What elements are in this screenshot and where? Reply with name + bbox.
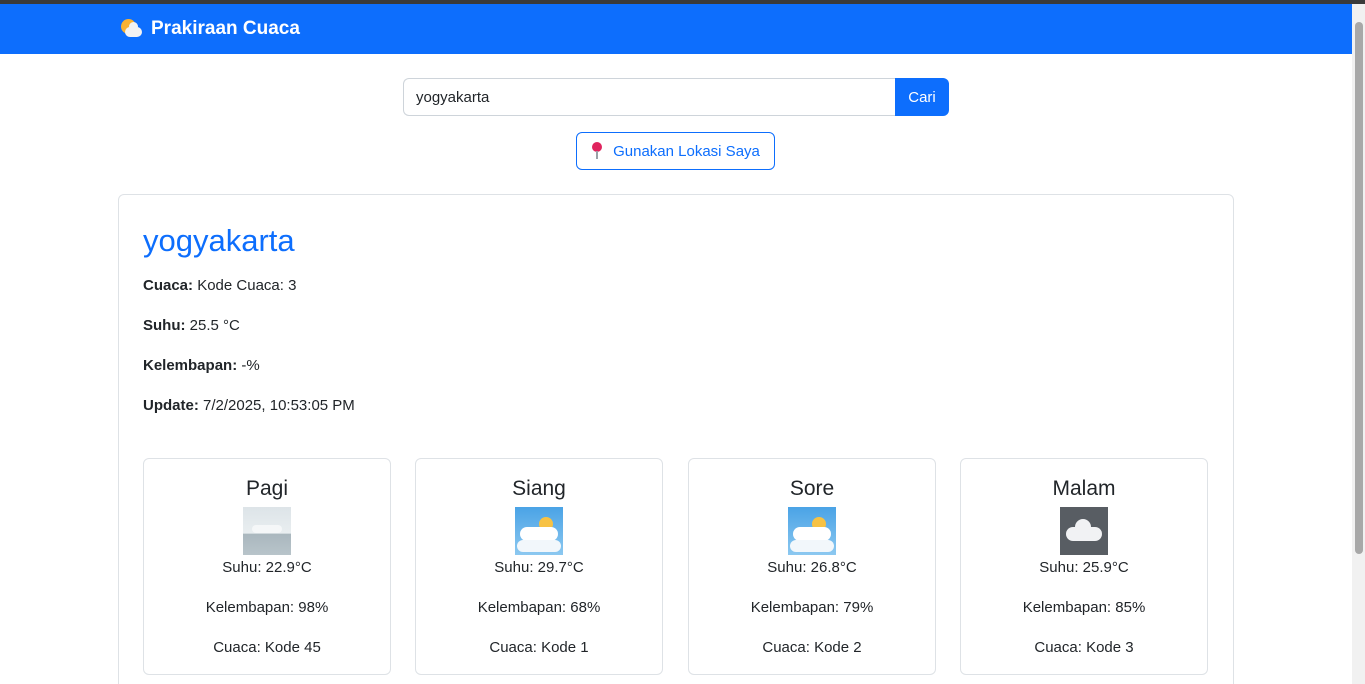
use-my-location-button[interactable]: Gunakan Lokasi Saya [576, 132, 775, 170]
current-temperature: Suhu: 25.5 °C [143, 317, 240, 334]
current-weather: Cuaca: Kode Cuaca: 3 [143, 277, 296, 294]
round-pushpin-icon [591, 142, 603, 160]
period-humidity: Kelembapan: 79% [750, 599, 874, 616]
period-temperature: Suhu: 29.7°C [494, 559, 584, 576]
navbar: Prakiraan Cuaca [0, 4, 1352, 54]
scrollbar-thumb[interactable] [1355, 22, 1363, 554]
current-humidity-label: Kelembapan: [143, 357, 238, 374]
period-weather-code: Cuaca: Kode 2 [762, 639, 862, 656]
period-card-malam: Malam Suhu: 25.9°C Kelembapan: 85% Cuaca… [960, 458, 1208, 675]
period-temperature: Suhu: 25.9°C [1039, 559, 1129, 576]
current-weather-label: Cuaca: [143, 277, 194, 294]
sun-behind-cloud-icon [120, 18, 142, 40]
city-name: yogyakarta [143, 223, 295, 258]
last-update: Update: 7/2/2025, 10:53:05 PM [143, 397, 355, 414]
sun-behind-cloud-icon [515, 507, 563, 555]
period-humidity: Kelembapan: 85% [1022, 599, 1146, 616]
current-humidity-value: -% [241, 357, 260, 374]
city-search-input[interactable] [403, 78, 895, 116]
search-button[interactable]: Cari [895, 78, 949, 116]
period-card-sore: Sore Suhu: 26.8°C Kelembapan: 79% Cuaca:… [688, 458, 936, 675]
weather-card: yogyakarta Cuaca: Kode Cuaca: 3 Suhu: 25… [118, 194, 1234, 684]
brand[interactable]: Prakiraan Cuaca [120, 18, 300, 40]
current-weather-value: Kode Cuaca: 3 [197, 277, 297, 294]
period-humidity: Kelembapan: 68% [477, 599, 601, 616]
cloud-icon [1060, 507, 1108, 555]
brand-title: Prakiraan Cuaca [151, 18, 300, 39]
fog-icon [243, 507, 291, 555]
last-update-label: Update: [143, 397, 199, 414]
period-weather-code: Cuaca: Kode 3 [1034, 639, 1134, 656]
period-weather-code: Cuaca: Kode 1 [489, 639, 589, 656]
page-scrollbar[interactable] [1352, 4, 1365, 684]
period-title: Pagi [245, 477, 289, 500]
last-update-value: 7/2/2025, 10:53:05 PM [203, 397, 355, 414]
sun-behind-cloud-icon [788, 507, 836, 555]
period-temperature: Suhu: 22.9°C [222, 559, 312, 576]
period-title: Siang [512, 477, 566, 500]
search-group: Cari [403, 78, 949, 116]
period-card-pagi: Pagi Suhu: 22.9°C Kelembapan: 98% Cuaca:… [143, 458, 391, 675]
use-my-location-label: Gunakan Lokasi Saya [613, 142, 760, 160]
period-humidity: Kelembapan: 98% [205, 599, 329, 616]
current-temperature-label: Suhu: [143, 317, 186, 334]
current-humidity: Kelembapan: -% [143, 357, 260, 374]
period-temperature: Suhu: 26.8°C [767, 559, 857, 576]
period-title: Sore [789, 477, 835, 500]
period-weather-code: Cuaca: Kode 45 [213, 639, 321, 656]
period-card-siang: Siang Suhu: 29.7°C Kelembapan: 68% Cuaca… [415, 458, 663, 675]
period-title: Malam [1052, 477, 1116, 500]
current-temperature-value: 25.5 °C [189, 317, 240, 334]
